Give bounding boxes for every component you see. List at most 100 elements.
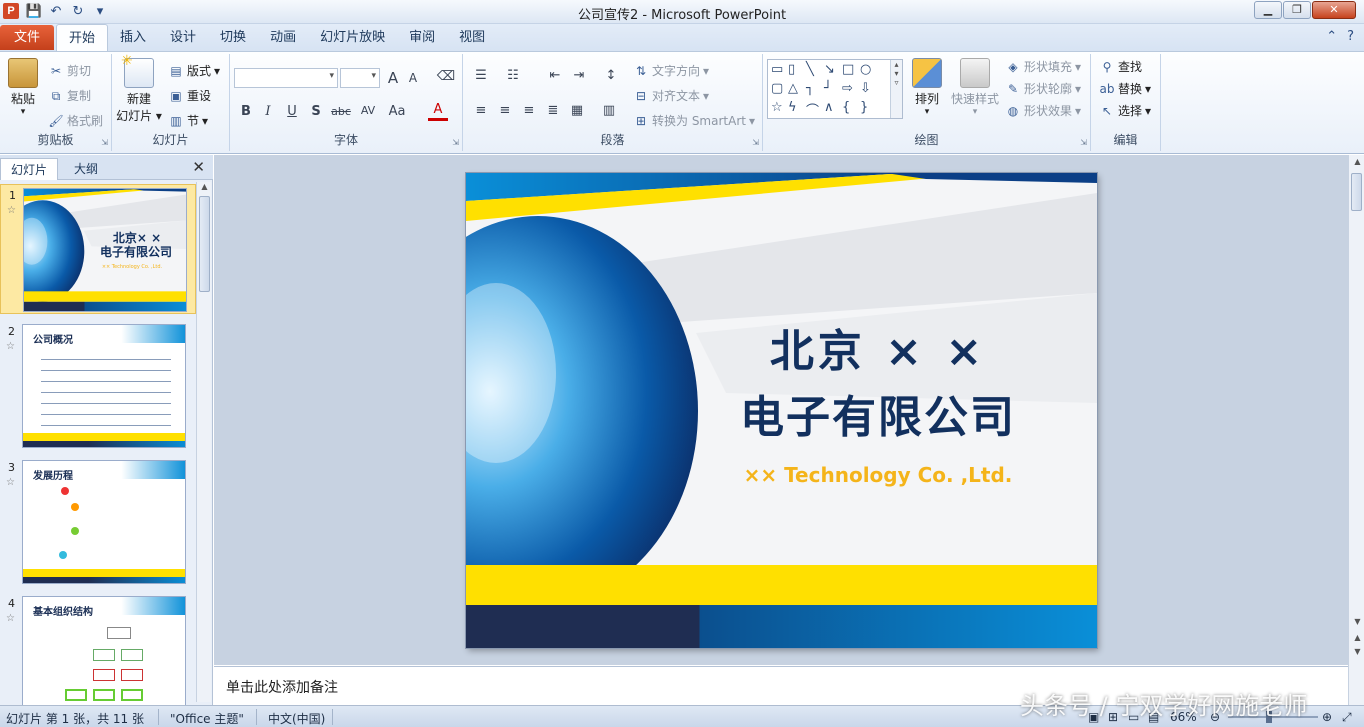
minimize-ribbon-icon[interactable]: ⌃ <box>1326 29 1337 44</box>
layout-button[interactable]: ▤ 版式 ▾ <box>168 62 220 79</box>
tab-animations[interactable]: 动画 <box>258 24 308 51</box>
decrease-indent-icon[interactable]: ⇤ <box>545 68 565 83</box>
tab-review[interactable]: 审阅 <box>397 24 447 51</box>
main-scroll-thumb[interactable] <box>1351 173 1362 211</box>
slide-subtitle[interactable]: ×× Technology Co. ,Ltd. <box>698 463 1058 487</box>
slide-title-line1[interactable]: 北京 × × <box>698 315 1058 379</box>
slide-thumb-2[interactable]: 2 ☆ 公司概况 <box>0 321 196 451</box>
close-panel-icon[interactable]: ✕ <box>192 158 205 176</box>
shape-line-icon[interactable]: ╲ <box>806 62 814 77</box>
replace-button[interactable]: ab 替换 ▾ <box>1099 80 1152 97</box>
change-case-button[interactable]: Aa <box>386 104 408 119</box>
shape-arc-icon[interactable]: ⌒ <box>806 100 819 119</box>
file-tab[interactable]: 文件 <box>0 25 54 50</box>
paste-button[interactable]: 粘贴 ▾ <box>6 58 40 117</box>
select-button[interactable]: ↖ 选择 ▾ <box>1099 102 1151 119</box>
tab-insert[interactable]: 插入 <box>108 24 158 51</box>
main-scroll-down-icon[interactable]: ▼ <box>1350 617 1364 630</box>
align-center-icon[interactable]: ≡ <box>495 103 515 118</box>
shape-vtextbox-icon[interactable]: ▯ <box>788 62 795 77</box>
scroll-up-icon[interactable]: ▲ <box>197 182 212 195</box>
shape-oval-icon[interactable]: ○ <box>860 62 871 77</box>
font-color-button[interactable]: A <box>428 102 448 121</box>
underline-button[interactable]: U <box>282 104 302 119</box>
tab-transitions[interactable]: 切换 <box>208 24 258 51</box>
shadow-button[interactable]: S <box>306 104 326 119</box>
status-language[interactable]: 中文(中国) <box>268 710 325 727</box>
find-button[interactable]: ⚲ 查找 <box>1099 58 1142 75</box>
fit-slide-icon[interactable]: ⤢ <box>1342 710 1352 725</box>
shape-arrow-line-icon[interactable]: ↘ <box>824 62 835 77</box>
shape-brace-right-icon[interactable]: } <box>860 100 868 115</box>
cut-button[interactable]: ✂ 剪切 <box>48 62 91 79</box>
close-button[interactable]: ✕ <box>1312 1 1356 19</box>
shape-triangle-icon[interactable]: △ <box>788 81 798 96</box>
prev-slide-icon[interactable]: ▲ <box>1350 633 1364 646</box>
help-icon[interactable]: ? <box>1347 29 1354 44</box>
tab-design[interactable]: 设计 <box>158 24 208 51</box>
shape-down-arrow-icon[interactable]: ⇩ <box>860 81 871 96</box>
tab-home[interactable]: 开始 <box>56 24 109 52</box>
slide-title-line2[interactable]: 电子有限公司 <box>698 381 1058 445</box>
shape-outline-button[interactable]: ✎ 形状轮廓 ▾ <box>1005 80 1081 97</box>
shape-elbow-arrow-icon[interactable]: ┘ <box>824 81 832 96</box>
shape-fill-button[interactable]: ◈ 形状填充 ▾ <box>1005 58 1081 75</box>
distribute-icon[interactable]: ▦ <box>567 103 587 118</box>
font-name-combo[interactable] <box>234 68 338 88</box>
justify-icon[interactable]: ≣ <box>543 103 563 118</box>
bold-button[interactable]: B <box>236 104 256 119</box>
strikethrough-button[interactable]: abc <box>328 105 354 118</box>
smartart-button[interactable]: ⊞ 转换为 SmartArt ▾ <box>633 112 755 129</box>
font-size-combo[interactable] <box>340 68 380 88</box>
columns-icon[interactable]: ▥ <box>599 103 619 118</box>
shape-effects-button[interactable]: ◍ 形状效果 ▾ <box>1005 102 1081 119</box>
shapes-gallery-scroll[interactable]: ▴ ▾ ▿ <box>890 60 902 118</box>
clipboard-launcher-icon[interactable]: ⇲ <box>101 138 108 147</box>
shape-right-arrow-icon[interactable]: ⇨ <box>842 81 853 96</box>
minimize-button[interactable]: ▁ <box>1254 1 1282 19</box>
quick-styles-button[interactable]: 快速样式 ▾ <box>949 58 1001 117</box>
clear-format-icon[interactable]: ⌫ <box>436 69 456 84</box>
main-scrollbar[interactable]: ▲ ▼ ▲ ▼ <box>1348 155 1364 705</box>
new-slide-button[interactable]: ✳ 新建 幻灯片 ▾ <box>116 53 162 124</box>
shrink-font-button[interactable]: A <box>403 71 423 85</box>
line-spacing-icon[interactable]: ↕ <box>601 68 621 83</box>
drawing-launcher-icon[interactable]: ⇲ <box>1080 138 1087 147</box>
numbering-icon[interactable]: ☷ <box>503 68 523 83</box>
align-text-button[interactable]: ⊟ 对齐文本 ▾ <box>633 87 709 104</box>
shape-star-icon[interactable]: ☆ <box>771 100 783 115</box>
bullets-icon[interactable]: ☰ <box>471 68 491 83</box>
tab-outline-panel[interactable]: 大纲 <box>64 158 108 180</box>
slide-thumb-3[interactable]: 3 ☆ 发展历程 <box>0 457 196 587</box>
tab-view[interactable]: 视图 <box>447 24 497 51</box>
shape-brace-left-icon[interactable]: { <box>842 100 850 115</box>
shape-rounded-rect-icon[interactable]: ▢ <box>771 81 783 96</box>
notes-placeholder[interactable]: 单击此处添加备注 <box>226 677 338 697</box>
slide-thumb-4[interactable]: 4 ☆ 基本组织结构 <box>0 593 196 706</box>
tab-slideshow[interactable]: 幻灯片放映 <box>308 24 397 51</box>
shape-textbox-icon[interactable]: ▭ <box>771 62 783 77</box>
grow-font-button[interactable]: A <box>383 69 403 87</box>
slide-thumb-1[interactable]: 1 ☆ 北京× × 电子有限公司 ×× Technology Co. ,Ltd. <box>0 184 196 314</box>
align-right-icon[interactable]: ≡ <box>519 103 539 118</box>
shape-lightning-icon[interactable]: ϟ <box>788 100 797 115</box>
char-spacing-button[interactable]: AV <box>356 104 380 117</box>
increase-indent-icon[interactable]: ⇥ <box>569 68 589 83</box>
current-slide[interactable]: 北京 × × 电子有限公司 ×× Technology Co. ,Ltd. <box>466 173 1097 648</box>
paragraph-launcher-icon[interactable]: ⇲ <box>752 138 759 147</box>
shape-rect-icon[interactable]: □ <box>842 62 854 77</box>
status-theme[interactable]: "Office 主题" <box>170 710 244 727</box>
section-button[interactable]: ▥ 节 ▾ <box>168 112 208 129</box>
next-slide-icon[interactable]: ▼ <box>1350 647 1364 660</box>
tab-slides-panel[interactable]: 幻灯片 <box>0 158 59 180</box>
format-painter-button[interactable]: 🖌 格式刷 <box>48 112 103 129</box>
font-launcher-icon[interactable]: ⇲ <box>452 138 459 147</box>
shapes-gallery[interactable]: ▭ ▯ ╲ ↘ □ ○ ▢ △ ┐ ┘ ⇨ ⇩ ☆ ϟ ⌒ ∧ { } ▴ ▾ ▿ <box>767 59 903 119</box>
italic-button[interactable]: I <box>258 104 278 119</box>
reset-button[interactable]: ▣ 重设 <box>168 87 211 104</box>
arrange-button[interactable]: 排列 ▾ <box>907 58 947 117</box>
zoom-in-icon[interactable]: ⊕ <box>1322 710 1332 724</box>
panel-scrollbar[interactable]: ▲ <box>196 182 211 702</box>
shape-elbow-icon[interactable]: ┐ <box>806 81 814 96</box>
shape-freeform-icon[interactable]: ∧ <box>824 100 834 115</box>
